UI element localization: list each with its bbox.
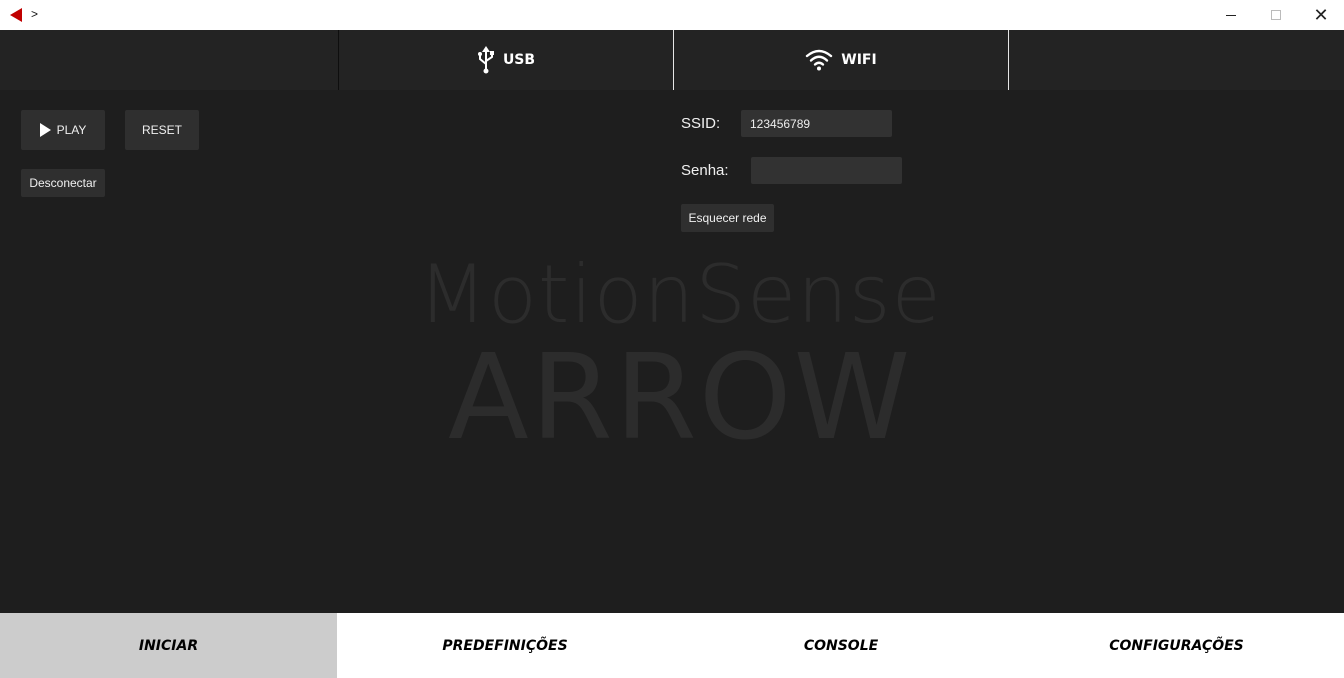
ssid-label: SSID: (681, 115, 721, 132)
play-icon (39, 123, 51, 137)
tab-predefinicoes[interactable]: PREDEFINIÇÕES (337, 613, 673, 678)
play-label: PLAY (56, 123, 87, 137)
connection-tab-bar: USB WIFI (0, 30, 1344, 90)
tab-usb-label: USB (502, 52, 536, 68)
close-icon: ✕ (1313, 5, 1329, 25)
password-field[interactable] (751, 157, 902, 184)
minimize-button[interactable] (1208, 0, 1254, 30)
ssid-field[interactable]: 123456789 (741, 110, 892, 137)
reset-button[interactable]: RESET (125, 110, 199, 150)
watermark-line2: ARROW (448, 328, 913, 466)
usb-icon (477, 46, 495, 74)
minimize-icon (1226, 14, 1236, 16)
main-panel: MotionSense ARROW PLAY RESET Desconectar… (0, 90, 1344, 613)
arrow-left-icon (10, 8, 22, 22)
close-button[interactable]: ✕ (1298, 0, 1344, 30)
password-label: Senha: (681, 162, 729, 179)
window-title: > (31, 7, 39, 21)
disconnect-button[interactable]: Desconectar (21, 169, 105, 197)
forget-network-button[interactable]: Esquecer rede (681, 204, 774, 232)
maximize-button[interactable] (1253, 0, 1299, 30)
maximize-icon (1271, 10, 1281, 20)
bottom-nav: INICIAR PREDEFINIÇÕES CONSOLE CONFIGURAÇ… (0, 613, 1344, 678)
tab-usb[interactable]: USB (338, 30, 674, 90)
title-bar: > ✕ (0, 0, 1344, 30)
play-button[interactable]: PLAY (21, 110, 105, 150)
wifi-icon (805, 49, 833, 71)
tab-iniciar[interactable]: INICIAR (0, 613, 337, 678)
tab-configuracoes[interactable]: CONFIGURAÇÕES (1009, 613, 1344, 678)
tab-console[interactable]: CONSOLE (673, 613, 1009, 678)
tab-wifi[interactable]: WIFI (674, 30, 1009, 90)
tab-wifi-label: WIFI (841, 52, 877, 68)
